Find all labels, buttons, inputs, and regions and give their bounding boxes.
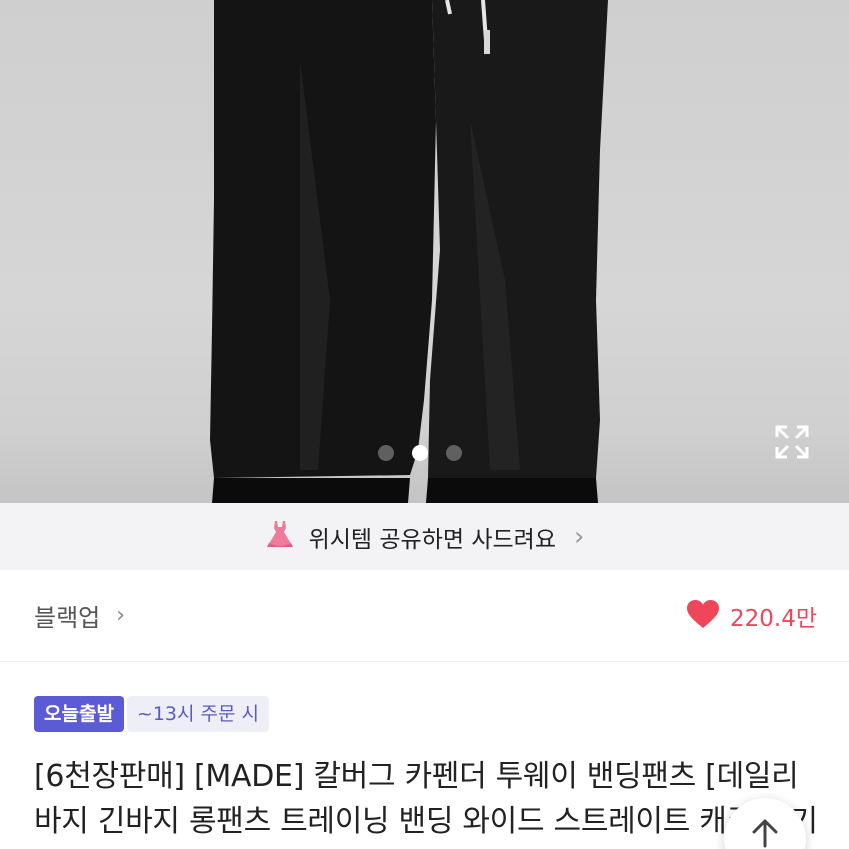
wish-share-banner[interactable]: 위시템 공유하면 사드려요 ›	[0, 503, 849, 570]
pagination-dot-active[interactable]	[412, 445, 428, 461]
wish-banner-text: 위시템 공유하면 사드려요	[308, 526, 556, 553]
seller-link[interactable]: 블랙업 ›	[34, 598, 125, 633]
seller-row: 블랙업 › 220.4만	[0, 570, 849, 662]
likes-count: 220.4만	[729, 605, 817, 632]
chevron-right-icon: ›	[116, 603, 126, 628]
arrow-up-icon	[750, 818, 780, 849]
pants-image	[210, 0, 608, 503]
product-image-gallery[interactable]	[0, 0, 849, 503]
seller-name: 블랙업	[34, 604, 101, 632]
pagination-dot[interactable]	[378, 445, 394, 461]
gallery-pagination	[378, 445, 462, 461]
dress-icon	[265, 519, 295, 555]
delivery-badges: 오늘출발 ~13시 주문 시	[34, 696, 270, 732]
expand-icon[interactable]	[774, 424, 810, 460]
order-cutoff-badge: ~13시 주문 시	[126, 696, 270, 732]
pagination-dot[interactable]	[446, 445, 462, 461]
product-title: [6천장판매] [MADE] 칼버그 카펜더 투웨이 밴딩팬츠 [데일리 바지 …	[34, 759, 818, 839]
today-shipping-badge: 오늘출발	[34, 696, 124, 732]
like-button[interactable]: 220.4만	[686, 599, 817, 633]
heart-icon	[686, 599, 720, 633]
chevron-right-icon: ›	[573, 521, 585, 552]
